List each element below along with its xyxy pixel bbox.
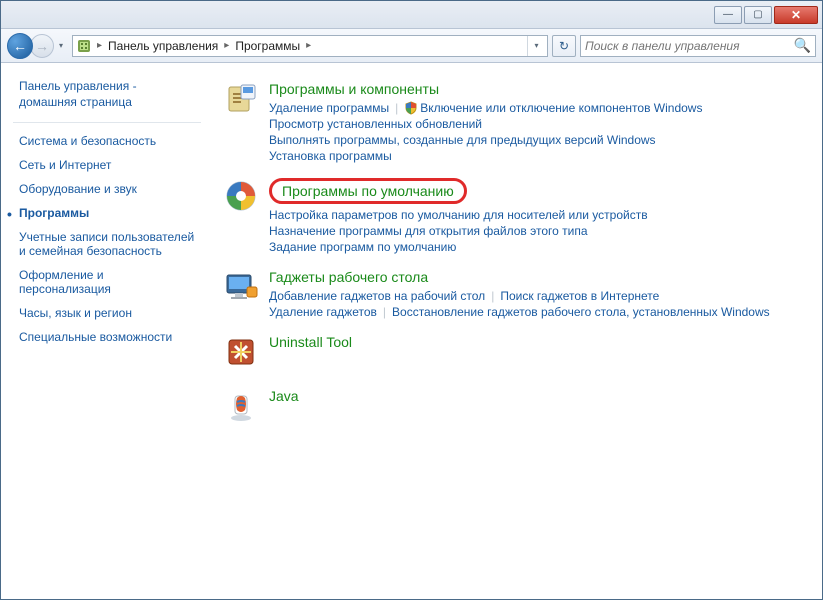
section-1: Программы по умолчанию Настройка параметр… <box>221 178 802 255</box>
forward-button[interactable]: → <box>30 34 54 58</box>
search-icon[interactable]: 🔍 <box>794 37 811 54</box>
link-separator: | <box>395 101 398 115</box>
section-0-link-1[interactable]: Включение или отключение компонентов Win… <box>420 100 702 116</box>
control-panel-icon <box>75 38 93 54</box>
minimize-button[interactable]: — <box>714 6 742 24</box>
sidebar-item-1[interactable]: Сеть и Интернет <box>1 153 213 177</box>
address-bar[interactable]: ▸ Панель управления ▸ Программы ▸ ▾ <box>72 35 548 57</box>
link-separator: | <box>491 289 494 303</box>
titlebar: — ▢ ✕ <box>1 1 822 29</box>
breadcrumb-sep-icon: ▸ <box>93 40 106 51</box>
section-0-link-0[interactable]: Удаление программы <box>269 100 389 116</box>
search-box[interactable]: 🔍 <box>580 35 816 57</box>
section-1-link-1[interactable]: Назначение программы для открытия файлов… <box>269 223 588 239</box>
search-input[interactable] <box>585 39 794 53</box>
sidebar-item-5[interactable]: Оформление и персонализация <box>1 263 213 301</box>
sidebar-item-0[interactable]: Система и безопасность <box>1 129 213 153</box>
section-title-1[interactable]: Программы по умолчанию <box>269 178 467 204</box>
content-pane: Программы и компоненты Удаление программы… <box>213 63 822 599</box>
nav-buttons: ← → ▾ <box>7 33 68 59</box>
section-0: Программы и компоненты Удаление программы… <box>221 81 802 164</box>
section-icon-0 <box>221 81 261 121</box>
section-2-link-3[interactable]: Восстановление гаджетов рабочего стола, … <box>392 304 770 320</box>
breadcrumb-sep-icon: ▸ <box>302 40 315 51</box>
breadcrumb-segment-0[interactable]: Панель управления <box>106 38 220 54</box>
sidebar-home-link[interactable]: Панель управления - домашняя страница <box>1 73 213 116</box>
section-icon-1 <box>221 178 261 218</box>
section-2: Гаджеты рабочего стола Добавление гаджето… <box>221 269 802 320</box>
address-dropdown-icon[interactable]: ▾ <box>527 36 545 56</box>
section-title-3[interactable]: Uninstall Tool <box>269 334 802 350</box>
nav-history-dropdown[interactable]: ▾ <box>54 37 68 55</box>
section-title-2[interactable]: Гаджеты рабочего стола <box>269 269 802 285</box>
sidebar-item-6[interactable]: Часы, язык и регион <box>1 301 213 325</box>
section-3: Uninstall Tool <box>221 334 802 374</box>
maximize-button[interactable]: ▢ <box>744 6 772 24</box>
section-2-link-1[interactable]: Поиск гаджетов в Интернете <box>500 288 659 304</box>
sidebar-item-7[interactable]: Специальные возможности <box>1 325 213 349</box>
section-1-link-0[interactable]: Настройка параметров по умолчанию для но… <box>269 207 648 223</box>
navigation-bar: ← → ▾ ▸ Панель управления ▸ Программы ▸ … <box>1 29 822 63</box>
body: Панель управления - домашняя страница Си… <box>1 63 822 599</box>
section-icon-4 <box>221 388 261 428</box>
section-0-link-4[interactable]: Установка программы <box>269 148 392 164</box>
section-1-link-2[interactable]: Задание программ по умолчанию <box>269 239 456 255</box>
shield-icon <box>404 101 418 115</box>
close-button[interactable]: ✕ <box>774 6 818 24</box>
sidebar-item-2[interactable]: Оборудование и звук <box>1 177 213 201</box>
section-4: Java <box>221 388 802 428</box>
back-button[interactable]: ← <box>7 33 33 59</box>
sidebar-separator <box>13 122 201 123</box>
link-separator: | <box>383 305 386 319</box>
breadcrumb-sep-icon: ▸ <box>220 40 233 51</box>
sidebar: Панель управления - домашняя страница Си… <box>1 63 213 599</box>
section-title-0[interactable]: Программы и компоненты <box>269 81 802 97</box>
section-2-link-0[interactable]: Добавление гаджетов на рабочий стол <box>269 288 485 304</box>
section-2-link-2[interactable]: Удаление гаджетов <box>269 304 377 320</box>
refresh-icon: ↻ <box>559 39 569 53</box>
sidebar-item-4[interactable]: Учетные записи пользователей и семейная … <box>1 225 213 263</box>
section-0-link-3[interactable]: Выполнять программы, созданные для преды… <box>269 132 656 148</box>
section-icon-2 <box>221 269 261 309</box>
section-icon-3 <box>221 334 261 374</box>
sidebar-item-3[interactable]: Программы <box>1 201 213 225</box>
breadcrumb-segment-1[interactable]: Программы <box>233 38 302 54</box>
section-title-4[interactable]: Java <box>269 388 802 404</box>
control-panel-window: — ▢ ✕ ← → ▾ ▸ Панель управления ▸ Програ… <box>0 0 823 600</box>
refresh-button[interactable]: ↻ <box>552 35 576 57</box>
section-0-link-2[interactable]: Просмотр установленных обновлений <box>269 116 482 132</box>
